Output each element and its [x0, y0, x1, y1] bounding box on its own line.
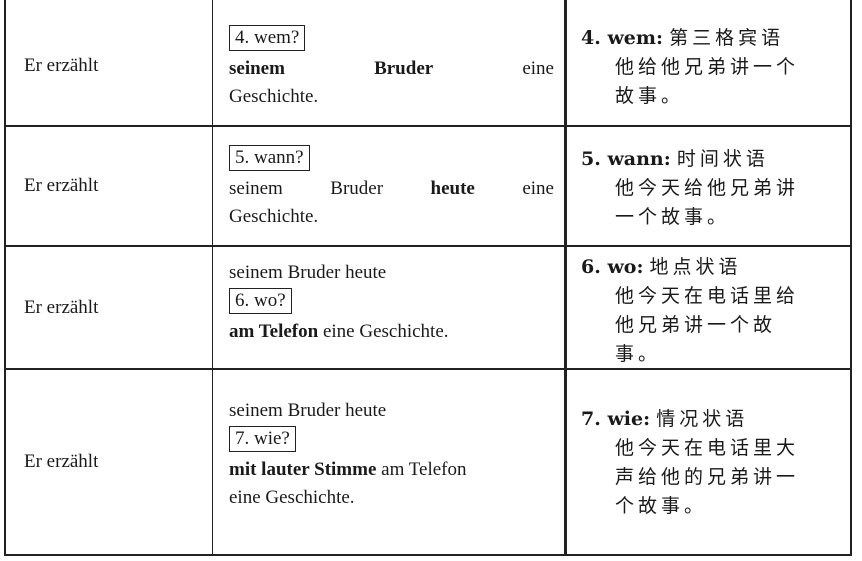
example-line: Geschichte.	[229, 206, 319, 227]
explanation-cell: 7. wie: 情况状语 他今天在电话里大 声给他的兄弟讲一 个故事。	[581, 405, 843, 521]
example-line: am Telefon eine Geschichte.	[229, 318, 554, 346]
row-divider	[6, 125, 850, 127]
example-cell: seinem Bruder heute 7. wie? mit lauter S…	[229, 397, 554, 512]
explanation-label: 7. wie:	[581, 408, 651, 430]
explanation-cell: 5. wann: 时间状语 他今天给他兄弟讲 一个故事。	[581, 145, 843, 232]
explanation-label: 6. wo:	[581, 256, 644, 278]
question-box: 4. wem?	[229, 25, 306, 51]
subject-cell: Er erzählt	[24, 297, 99, 318]
explanation-line: 事。	[615, 343, 662, 365]
example-line: seinem Bruder heute	[229, 262, 387, 283]
column-divider	[212, 0, 213, 554]
explanation-line: 他今天在电话里给	[615, 285, 800, 307]
column-divider	[564, 0, 567, 554]
explanation-line: 一个故事。	[615, 206, 731, 228]
question-box: 5. wann?	[229, 145, 310, 171]
explanation-line: 他今天给他兄弟讲	[615, 177, 800, 199]
example-cell: 4. wem? seinem Bruder eine Geschichte.	[229, 24, 554, 111]
example-cell: seinem Bruder heute 6. wo? am Telefon ei…	[229, 259, 554, 346]
explanation-line: 故事。	[615, 85, 685, 107]
word: Bruder	[330, 178, 384, 199]
explanation-label: 4. wem:	[581, 27, 664, 49]
bold-word: Bruder	[374, 58, 434, 79]
explanation-cell: 6. wo: 地点状语 他今天在电话里给 他兄弟讲一个故 事。	[581, 253, 843, 369]
subject-cell: Er erzählt	[24, 175, 99, 196]
explanation-line: 声给他的兄弟讲一	[615, 466, 800, 488]
question-box: 6. wo?	[229, 288, 292, 314]
explanation-term: 时间状语	[676, 148, 769, 170]
subject-cell: Er erzählt	[24, 55, 99, 76]
example-line: eine Geschichte.	[229, 487, 355, 508]
explanation-term: 第三格宾语	[669, 27, 785, 49]
explanation-label: 5. wann:	[581, 148, 671, 170]
bold-phrase: mit lauter Stimme	[229, 459, 377, 480]
explanation-term: 地点状语	[649, 256, 742, 278]
explanation-cell: 4. wem: 第三格宾语 他给他兄弟讲一个 故事。	[581, 24, 843, 111]
example-line: seinem Bruder eine	[229, 55, 554, 83]
subject-cell: Er erzählt	[24, 451, 99, 472]
explanation-line: 他今天在电话里大	[615, 437, 800, 459]
example-line: seinem Bruder heute eine	[229, 175, 554, 203]
row-divider	[6, 245, 850, 247]
word: eine	[522, 58, 554, 79]
bold-word: seinem	[229, 58, 285, 79]
example-line: seinem Bruder heute	[229, 400, 387, 421]
bold-word: heute	[430, 178, 475, 199]
explanation-line: 他兄弟讲一个故	[615, 314, 777, 336]
word: eine Geschichte.	[322, 321, 449, 342]
grammar-table: Er erzählt 4. wem? seinem Bruder eine Ge…	[4, 0, 852, 556]
word: eine	[522, 178, 554, 199]
bold-phrase: am Telefon	[229, 321, 319, 342]
example-line: mit lauter Stimme am Telefon	[229, 456, 554, 484]
word: seinem	[229, 178, 283, 199]
word: am Telefon	[381, 459, 467, 480]
question-box: 7. wie?	[229, 426, 296, 452]
example-cell: 5. wann? seinem Bruder heute eine Geschi…	[229, 144, 554, 231]
example-line: Geschichte.	[229, 86, 319, 107]
explanation-term: 情况状语	[656, 408, 749, 430]
explanation-line: 个故事。	[615, 495, 708, 517]
explanation-line: 他给他兄弟讲一个	[615, 56, 800, 78]
